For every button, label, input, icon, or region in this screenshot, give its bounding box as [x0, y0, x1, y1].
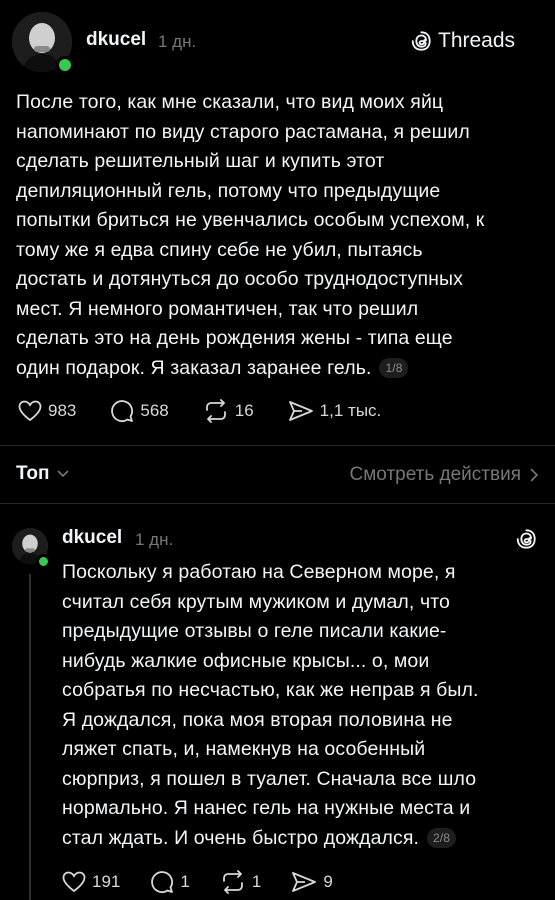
- threads-icon[interactable]: [515, 528, 537, 550]
- username[interactable]: dkucel: [62, 527, 122, 549]
- post-actions: 983 568 16 1,1 тыс.: [18, 399, 381, 423]
- post-text: После того, как мне сказали, что вид мои…: [16, 88, 546, 383]
- chevron-down-icon: [56, 470, 69, 478]
- post-line: считал себя крутым мужиком и думал, что: [62, 590, 450, 613]
- share-count: 9: [323, 872, 333, 891]
- sort-dropdown[interactable]: Топ: [16, 463, 70, 485]
- post-line: После того, как мне сказали, что вид мои…: [16, 91, 444, 113]
- repost-icon: [205, 399, 226, 423]
- reply-count: 568: [140, 401, 169, 420]
- repost-button[interactable]: 1: [220, 870, 261, 894]
- view-activity-label: Смотреть действия: [349, 464, 521, 485]
- like-button[interactable]: 983: [18, 399, 76, 423]
- like-button[interactable]: 191: [62, 870, 120, 894]
- post-time: 1 дн.: [158, 32, 197, 51]
- share-count: 1,1 тыс.: [319, 401, 382, 420]
- username[interactable]: dkucel: [86, 29, 146, 51]
- online-indicator: [56, 56, 74, 74]
- thread-line: [29, 574, 31, 900]
- repost-count: 1: [251, 872, 262, 891]
- post-text: Поскольку я работаю на Северном море, я …: [62, 558, 542, 853]
- divider: [0, 503, 555, 504]
- reply-button[interactable]: 568: [110, 399, 169, 423]
- threads-brand[interactable]: Threads: [410, 29, 515, 53]
- pager-badge: 2/8: [427, 827, 457, 848]
- post-line: ляжет спать, и, намекнув на особенный: [62, 738, 426, 760]
- share-button[interactable]: 1,1 тыс.: [288, 399, 382, 423]
- post-line: Поскольку я работаю на Северном море, я: [62, 561, 456, 583]
- post-line: собратья по несчастью, как же неправ я б…: [62, 679, 479, 701]
- like-count: 983: [48, 401, 77, 420]
- chevron-right-icon: [530, 468, 539, 482]
- send-icon: [288, 401, 313, 421]
- send-icon: [292, 872, 317, 892]
- sort-label: Топ: [16, 463, 50, 484]
- reply-button[interactable]: 1: [150, 870, 190, 894]
- threads-icon: [411, 31, 431, 51]
- reply-count: 1: [180, 872, 190, 891]
- post-line: тому же я едва спину себе не убил, пытая…: [16, 238, 423, 261]
- post-line: напоминают по виду старого растамана, я …: [16, 120, 470, 143]
- like-count: 191: [92, 872, 121, 891]
- post-line: нормально. Я нанес гель на нужные места …: [62, 797, 471, 819]
- threads-label: Threads: [438, 29, 516, 52]
- post-line: стал ждать. И очень быстро дождался.: [62, 826, 420, 849]
- post-actions: 191 1 1 9: [62, 870, 333, 894]
- post-line: один подарок. Я заказал заранее гель.: [16, 356, 372, 379]
- post-line-last: один подарок. Я заказал заранее гель. 1/8: [16, 354, 546, 384]
- post-line: нибудь жалкие офисные крысы... о, мои: [62, 649, 430, 672]
- share-button[interactable]: 9: [291, 870, 333, 894]
- view-activity-link[interactable]: Смотреть действия: [350, 464, 539, 486]
- divider: [0, 445, 555, 446]
- heart-icon: [62, 871, 86, 893]
- post-line: достать и дотянуться до особо труднодост…: [16, 268, 463, 290]
- heart-icon: [18, 400, 42, 422]
- post-line: предыдущие отзывы о геле писали какие-: [62, 620, 447, 642]
- post-line: депиляционный гель, потому что предыдущи…: [16, 179, 441, 202]
- pager-badge: 1/8: [379, 357, 409, 378]
- post-line: мест. Я немного романтичен, так что реши…: [16, 297, 419, 320]
- repost-count: 16: [234, 401, 254, 420]
- post-line-last: стал ждать. И очень быстро дождался. 2/8: [62, 824, 542, 854]
- post-line: попытки бриться не увенчались особым усп…: [16, 209, 485, 231]
- post-line: Я дождался, пока моя вторая половина не: [62, 708, 453, 731]
- repost-icon: [222, 870, 243, 894]
- comment-icon: [151, 871, 174, 893]
- post-time: 1 дн.: [135, 530, 174, 549]
- post-line: сделать это на день рождения жены - типа…: [16, 327, 453, 349]
- comment-icon: [111, 400, 134, 422]
- online-indicator: [36, 554, 51, 569]
- repost-button[interactable]: 16: [203, 399, 254, 423]
- post-line: сделать решительный шаг и купить этот: [16, 150, 385, 172]
- post-line: сюрприз, я пошел в туалет. Сначала все ш…: [62, 767, 477, 790]
